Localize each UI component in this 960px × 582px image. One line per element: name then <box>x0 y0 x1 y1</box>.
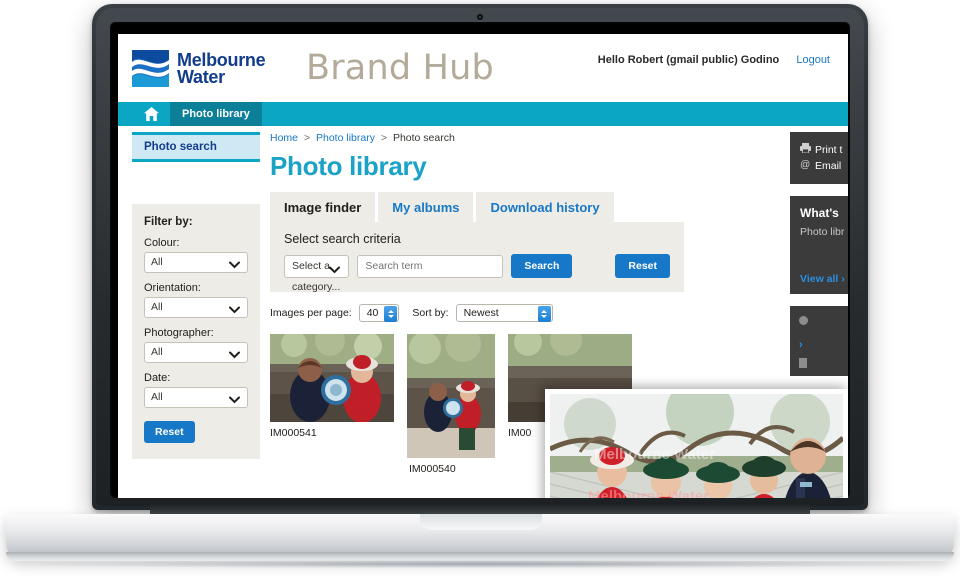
user-bar: Hello Robert (gmail public) Godino Logou… <box>598 54 830 66</box>
thumbnail-caption: IM000541 <box>270 427 317 439</box>
breadcrumb: Home > Photo library > Photo search <box>270 132 684 144</box>
nav-item-photo-library[interactable]: Photo library <box>170 102 262 126</box>
filter-select-date[interactable]: All <box>144 387 248 408</box>
tab-my-albums[interactable]: My albums <box>378 192 477 222</box>
breadcrumb-home[interactable]: Home <box>270 132 298 144</box>
primary-nav: Photo library <box>118 102 848 126</box>
tab-download-history[interactable]: Download history <box>476 192 617 222</box>
thumbnail-item[interactable]: IM000541 <box>270 334 394 439</box>
stepper-arrows-icon <box>384 306 398 322</box>
chevron-down-icon <box>229 347 240 366</box>
chevron-down-icon <box>229 257 240 276</box>
brand-hub-title: Brand Hub <box>306 48 494 88</box>
results-toolbar: Images per page: 40 Sort by: Newest <box>270 304 684 322</box>
filter-value-photographer: All <box>151 346 163 358</box>
image-preview-popup[interactable]: Melbourne Water Melbourne Water Melbourn… <box>545 389 848 498</box>
email-page-label: Email <box>815 160 842 172</box>
search-panel: Select search criteria Select a category… <box>270 222 684 293</box>
laptop-mockup: Melbourne Water Brand Hub Hello Robert (… <box>0 0 960 582</box>
printer-icon <box>800 143 815 156</box>
filter-value-orientation: All <box>151 301 163 313</box>
at-icon: @ <box>800 159 815 173</box>
circle-icon <box>799 316 808 325</box>
thumbnail-image-2 <box>407 334 495 458</box>
melbourne-water-logo[interactable]: Melbourne Water <box>132 49 266 87</box>
filter-value-colour: All <box>151 256 163 268</box>
view-all-label: View all <box>800 273 839 285</box>
stepper-arrows-icon <box>537 306 551 322</box>
logout-link[interactable]: Logout <box>796 54 830 66</box>
logo-line-2: Water <box>177 66 225 87</box>
filter-select-orientation[interactable]: All <box>144 297 248 318</box>
filter-value-date: All <box>151 391 163 403</box>
page-tools-panel: Print t @ Email <box>790 132 848 184</box>
screen: Melbourne Water Brand Hub Hello Robert (… <box>118 34 848 498</box>
chevron-down-icon <box>229 392 240 411</box>
sort-by-stepper[interactable]: Newest <box>455 304 553 322</box>
logo-text: Melbourne Water <box>177 49 266 87</box>
whats-new-title: What's <box>800 206 839 220</box>
webcam-dot-icon <box>479 16 481 18</box>
filter-label-photographer: Photographer: <box>144 327 214 339</box>
chevron-down-icon <box>329 261 341 282</box>
search-row: Select a category... Search Reset <box>284 254 670 293</box>
left-sidebar: Photo search Filter by: Colour: All Orie… <box>132 132 260 459</box>
logo-line-1: Melbourne <box>177 49 266 70</box>
thumbnail-caption: IM000540 <box>409 463 456 475</box>
whats-new-text: Photo libr <box>800 226 845 238</box>
whats-new-panel: What's Photo libr View all › <box>790 196 848 294</box>
print-page-action[interactable]: Print t <box>800 143 848 156</box>
email-page-action[interactable]: @ Email <box>800 159 848 173</box>
filter-select-photographer[interactable]: All <box>144 342 248 363</box>
laptop-shadow <box>40 560 920 568</box>
filter-panel: Filter by: Colour: All Orientation: All <box>132 204 260 459</box>
bookmark-icon <box>799 358 807 368</box>
images-per-page-label: Images per page: <box>270 307 352 319</box>
thumbnail-item[interactable]: IM000540 <box>407 334 495 475</box>
tab-bar: Image finder My albums Download history <box>270 192 684 222</box>
chevron-down-icon <box>229 302 240 321</box>
breadcrumb-photo-library[interactable]: Photo library <box>316 132 375 144</box>
chevron-right-icon: › <box>841 273 845 285</box>
preview-image: Melbourne Water Melbourne Water Melbourn… <box>550 394 843 498</box>
chevron-right-icon[interactable]: › <box>799 339 803 351</box>
search-reset-button[interactable]: Reset <box>615 254 670 278</box>
home-icon[interactable] <box>132 102 170 126</box>
filter-label-colour: Colour: <box>144 237 180 249</box>
watermark-text: Melbourne Water <box>588 488 710 498</box>
filter-panel-title: Filter by: <box>144 216 193 228</box>
images-per-page-value: 40 <box>366 307 379 319</box>
svg-text:@: @ <box>800 160 810 170</box>
category-select[interactable]: Select a category... <box>284 254 350 293</box>
print-page-label: Print t <box>815 143 843 156</box>
images-per-page-stepper[interactable]: 40 <box>358 304 400 322</box>
greeting-text: Hello Robert (gmail public) Godino <box>597 54 780 66</box>
view-all-link[interactable]: View all › <box>800 273 845 285</box>
laptop-base-notch <box>420 514 542 530</box>
secondary-tools-panel: › <box>790 306 848 376</box>
sidebar-item-photo-search[interactable]: Photo search <box>132 132 260 162</box>
breadcrumb-separator: > <box>380 132 388 144</box>
watermark-text: Melbourne Water <box>594 446 716 463</box>
search-input[interactable] <box>357 254 504 278</box>
sort-by-value: Newest <box>463 307 499 319</box>
breadcrumb-current: Photo search <box>392 132 455 144</box>
filter-label-orientation: Orientation: <box>144 282 201 294</box>
sort-by-label: Sort by: <box>412 307 449 319</box>
filter-select-colour[interactable]: All <box>144 252 248 273</box>
breadcrumb-separator: > <box>303 132 311 144</box>
search-panel-title: Select search criteria <box>284 232 401 246</box>
tab-image-finder[interactable]: Image finder <box>270 192 379 222</box>
filter-label-date: Date: <box>144 372 171 384</box>
website: Melbourne Water Brand Hub Hello Robert (… <box>118 34 848 498</box>
right-sidebar: Print t @ Email What's Photo libr View a… <box>790 132 848 376</box>
site-header: Melbourne Water Brand Hub Hello Robert (… <box>118 34 848 102</box>
filter-reset-button[interactable]: Reset <box>144 421 195 443</box>
page-title: Photo library <box>270 151 427 181</box>
search-button[interactable]: Search <box>511 254 573 278</box>
thumbnail-image-1 <box>270 334 394 422</box>
content-area: Photo search Filter by: Colour: All Orie… <box>118 126 848 498</box>
logo-mark-icon <box>132 50 169 87</box>
